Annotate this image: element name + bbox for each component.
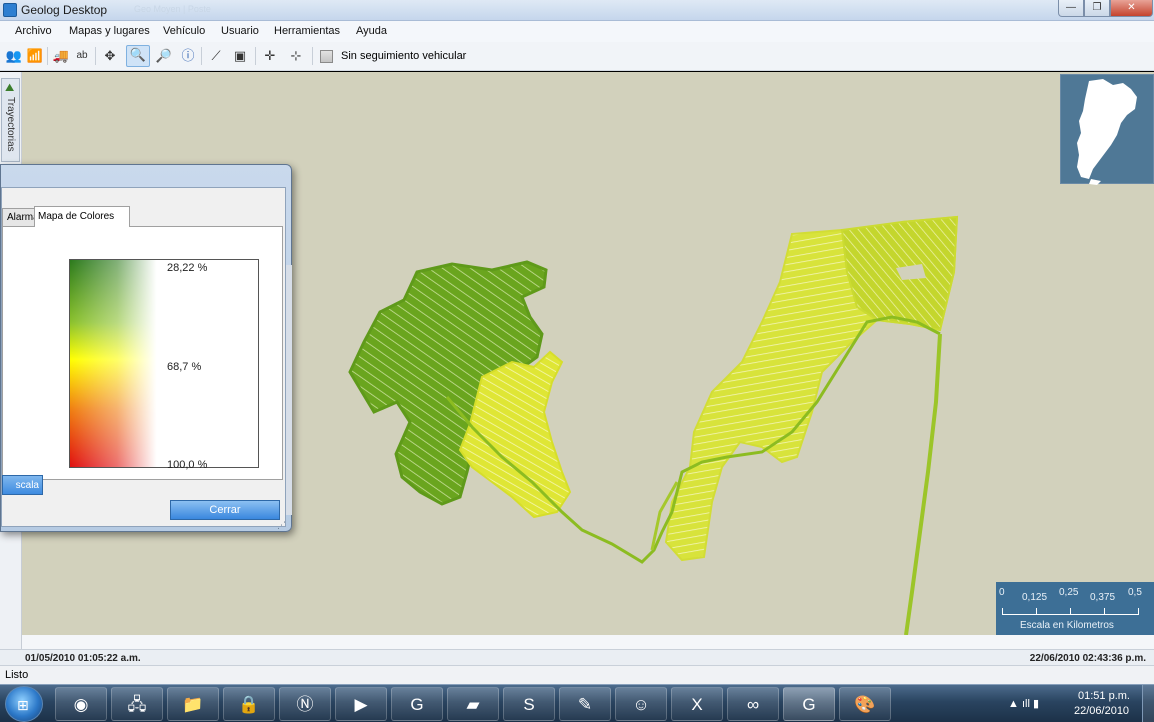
- menu-archivo[interactable]: Archivo: [15, 25, 52, 37]
- messenger-icon[interactable]: ☺: [615, 687, 667, 721]
- scale-tick-label: 0,25: [1059, 587, 1079, 598]
- overview-minimap[interactable]: [1060, 74, 1154, 185]
- end-date: 22/06/2010 02:43:36 p.m.: [1029, 653, 1146, 664]
- toolbar: 👥 📶 🚚 ab ✥ 🔍 🔎 ⓘ ⟋ ▣ ✛ ⊹ Sin seguimiento…: [0, 42, 1154, 71]
- tab-alarmas[interactable]: Alarmas: [2, 208, 44, 226]
- lock-app-icon[interactable]: 🔒: [223, 687, 275, 721]
- scale-tick-label: 0: [999, 587, 1005, 598]
- title-bar: Geolog Desktop Geo Moyen | Poste — ❐ ✕: [0, 0, 1154, 21]
- close-button[interactable]: ✕: [1110, 0, 1153, 17]
- tray-icons[interactable]: ▲ ıll ▮: [1008, 697, 1039, 710]
- users-icon[interactable]: 👥: [5, 47, 23, 65]
- show-desktop-button[interactable]: [1142, 685, 1154, 722]
- scale-tick: [1036, 608, 1037, 615]
- date-strip: [22, 635, 1154, 649]
- pct-top-label: 28,22 %: [167, 262, 208, 274]
- scale-tick-label: 0,125: [1022, 592, 1048, 603]
- track-path-east: [904, 333, 942, 635]
- crosshair-icon[interactable]: ✛: [261, 47, 279, 65]
- zoom-in-icon[interactable]: 🔍: [126, 45, 150, 67]
- tracking-checkbox[interactable]: [320, 50, 333, 63]
- color-gradient: [69, 259, 259, 468]
- paint-icon[interactable]: 🎨: [839, 687, 891, 721]
- tracking-label: Sin seguimiento vehicular: [341, 50, 467, 62]
- scale-tick: [1002, 608, 1003, 615]
- media-player-icon[interactable]: ▶: [335, 687, 387, 721]
- antivirus-icon[interactable]: Ⓝ: [279, 687, 331, 721]
- menu-vehiculo[interactable]: Vehículo: [163, 25, 205, 37]
- escala-button[interactable]: scala: [2, 475, 43, 495]
- zoom-out-icon[interactable]: 🔎: [155, 47, 173, 65]
- scale-tick: [1104, 608, 1105, 615]
- tab-mapa-de-colores[interactable]: Mapa de Colores: [34, 206, 130, 227]
- editor-icon[interactable]: ✎: [559, 687, 611, 721]
- clock-date[interactable]: 22/06/2010: [1074, 705, 1129, 717]
- toolbar-separator: [312, 47, 313, 65]
- text-icon[interactable]: ab: [73, 47, 91, 65]
- dialog-body: Alarmas Mapa de Colores 28,22 % 68,7 % 1…: [1, 187, 286, 527]
- app-icon: [3, 3, 17, 17]
- area-icon[interactable]: ▣: [231, 47, 249, 65]
- mountain-icon: ⛰: [5, 82, 15, 94]
- menu-herramientas[interactable]: Herramientas: [274, 25, 340, 37]
- network-app-icon[interactable]: 🖧: [111, 687, 163, 721]
- menu-bar: Archivo Mapas y lugares Vehículo Usuario…: [0, 21, 1154, 42]
- pct-mid-label: 68,7 %: [167, 361, 202, 373]
- color-map-panel: 28,22 % 68,7 % 100,0 %: [2, 226, 283, 480]
- vehicle-icon[interactable]: 🚚: [52, 47, 70, 65]
- tab-trayectorias-label: Trayectorias: [5, 97, 16, 152]
- dialog-scrollbar[interactable]: [286, 265, 292, 515]
- excel-icon[interactable]: X: [671, 687, 723, 721]
- maximize-button[interactable]: ❐: [1084, 0, 1110, 17]
- antenna-icon[interactable]: 📶: [26, 47, 44, 65]
- windows-logo-icon: ⊞: [17, 697, 29, 713]
- scale-tick-label: 0,5: [1128, 587, 1142, 598]
- toolbar-separator: [95, 47, 96, 65]
- resize-grip-icon[interactable]: ⋰: [277, 520, 286, 531]
- argentina-outline: [1077, 79, 1137, 185]
- connect-icon[interactable]: ∞: [727, 687, 779, 721]
- start-date: 01/05/2010 01:05:22 a.m.: [25, 653, 141, 664]
- timeline-bar: 01/05/2010 01:05:22 a.m. 22/06/2010 02:4…: [0, 649, 1154, 665]
- taskbar: ⊞ ◉ 🖧 📁 🔒 Ⓝ ▶ G ▰ S ✎ ☺ X ∞ G 🎨 ▲ ıll ▮ …: [0, 684, 1154, 722]
- geolog-app-icon[interactable]: G: [783, 687, 835, 721]
- minimize-button[interactable]: —: [1058, 0, 1084, 17]
- scale-tick-label: 0,375: [1090, 592, 1116, 603]
- geoloc-icon[interactable]: G: [391, 687, 443, 721]
- status-text: Listo: [5, 669, 29, 681]
- menu-usuario[interactable]: Usuario: [221, 25, 259, 37]
- skype-icon[interactable]: S: [503, 687, 555, 721]
- window-subtitle: Geo Moyen | Poste: [134, 4, 211, 14]
- start-button[interactable]: ⊞: [5, 686, 43, 722]
- status-bar: Listo: [0, 665, 1154, 684]
- scale-bar: 0 0,125 0,25 0,375 0,5 Escala en Kilomet…: [996, 582, 1154, 635]
- clock-time[interactable]: 01:51 p.m.: [1078, 690, 1130, 702]
- menu-mapas-y-lugares[interactable]: Mapas y lugares: [69, 25, 150, 37]
- scale-tick: [1138, 608, 1139, 615]
- folder-icon[interactable]: 📁: [167, 687, 219, 721]
- cerrar-button[interactable]: Cerrar: [170, 500, 280, 520]
- toolbar-separator: [201, 47, 202, 65]
- scale-tick: [1070, 608, 1071, 615]
- scale-label: Escala en Kilometros: [1020, 620, 1114, 631]
- measure-icon[interactable]: ⟋: [207, 47, 225, 65]
- notes-icon[interactable]: ▰: [447, 687, 499, 721]
- select-icon[interactable]: ⊹: [287, 47, 305, 65]
- pan-icon[interactable]: ✥: [101, 47, 119, 65]
- pct-bottom-label: 100,0 %: [167, 459, 208, 471]
- window-title: Geolog Desktop: [21, 3, 108, 17]
- info-icon[interactable]: ⓘ: [179, 47, 197, 65]
- tab-trayectorias[interactable]: ⛰ Trayectorias: [1, 78, 20, 162]
- menu-ayuda[interactable]: Ayuda: [356, 25, 387, 37]
- color-map-dialog: Alarmas Mapa de Colores 28,22 % 68,7 % 1…: [0, 164, 292, 532]
- toolbar-separator: [255, 47, 256, 65]
- chrome-icon[interactable]: ◉: [55, 687, 107, 721]
- toolbar-separator: [47, 47, 48, 65]
